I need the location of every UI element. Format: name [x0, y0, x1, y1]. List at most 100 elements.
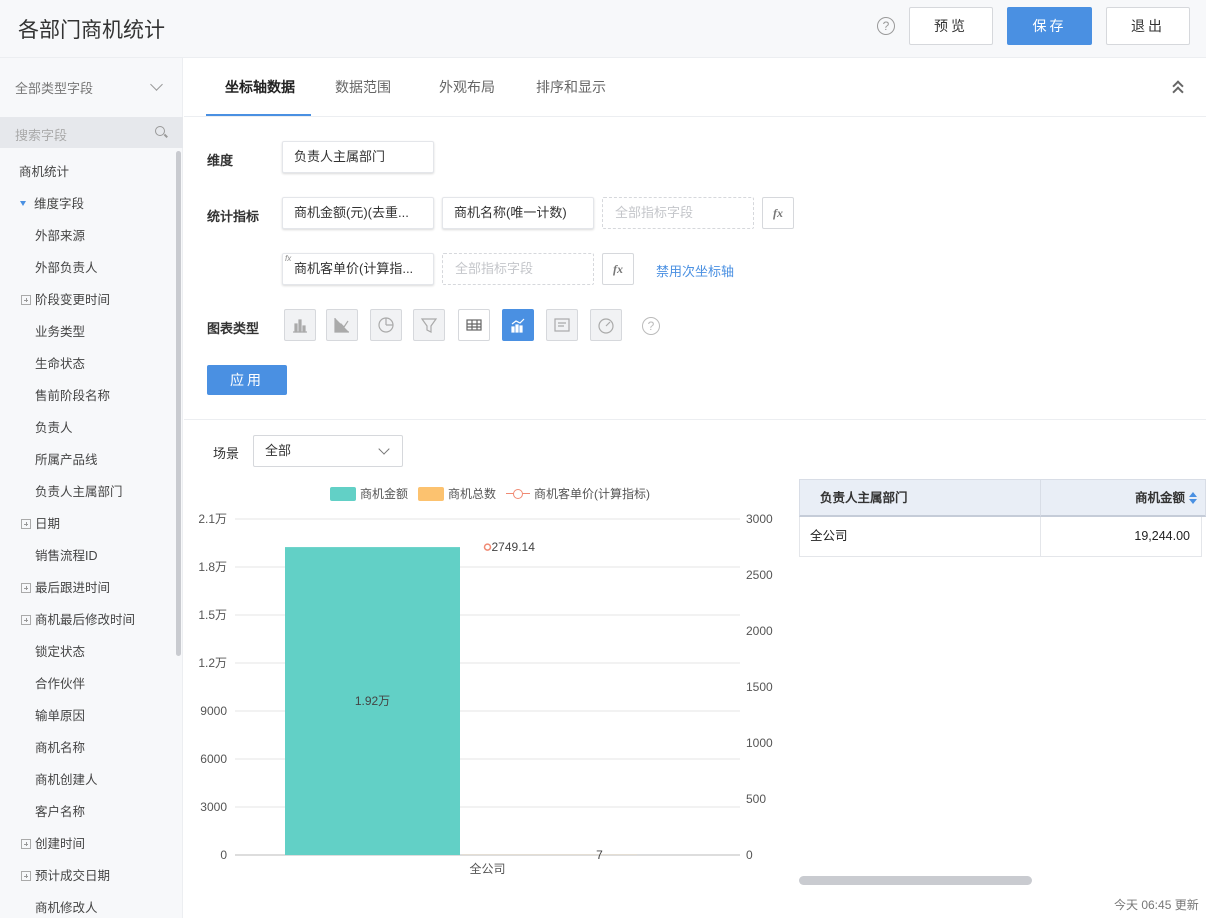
funnel-chart-icon[interactable]	[413, 309, 445, 341]
dimension-chip[interactable]: 负责人主属部门	[282, 141, 434, 173]
search-icon[interactable]	[155, 126, 165, 136]
y-left-tick-label: 1.2万	[198, 656, 227, 670]
field-sidebar: 全部类型字段 搜索字段 商机统计维度字段外部来源外部负责人阶段变更时间业务类型生…	[0, 58, 183, 918]
y-right-tick-label: 0	[746, 848, 753, 862]
sidebar-item[interactable]: 日期	[0, 510, 176, 542]
tab-data-range[interactable]: 数据范围	[335, 77, 391, 97]
legend-amount[interactable]: 商机金额	[330, 485, 408, 502]
sidebar-item-label: 外部来源	[35, 229, 86, 243]
y-right-tick-label: 2500	[746, 568, 773, 582]
sidebar-item[interactable]: 客户名称	[0, 798, 176, 830]
expand-plus-icon[interactable]	[21, 582, 31, 593]
sidebar-item[interactable]: 阶段变更时间	[0, 286, 176, 318]
sidebar-item-label: 销售流程ID	[35, 549, 98, 563]
line-chart-icon[interactable]	[326, 309, 358, 341]
collapse-up-icon[interactable]	[1172, 80, 1184, 98]
field-search[interactable]: 搜索字段	[0, 117, 183, 148]
table-header-amount[interactable]: 商机金额	[1040, 479, 1206, 517]
expand-plus-icon[interactable]	[21, 294, 31, 305]
fx-formula-button[interactable]: fx	[762, 197, 794, 229]
sidebar-item-label: 维度字段	[34, 197, 85, 211]
combo-chart-icon[interactable]	[502, 309, 534, 341]
legend-unit-price[interactable]: 商机客单价(计算指标)	[506, 485, 650, 502]
tab-appearance[interactable]: 外观布局	[439, 77, 495, 97]
bar-data-label: 1.92万	[355, 694, 390, 708]
expand-plus-icon[interactable]	[21, 838, 31, 849]
sidebar-item[interactable]: 商机统计	[0, 158, 176, 190]
sidebar-item[interactable]: 生命状态	[0, 350, 176, 382]
sidebar-item[interactable]: 外部来源	[0, 222, 176, 254]
scene-select-value: 全部	[265, 443, 292, 458]
save-button[interactable]: 保存	[1007, 7, 1092, 45]
sidebar-item-label: 负责人	[35, 421, 73, 435]
metric-chip-amount[interactable]: 商机金额(元)(去重...	[282, 197, 434, 229]
y-right-tick-label: 500	[746, 792, 766, 806]
gauge-chart-icon[interactable]	[590, 309, 622, 341]
funnel-chart-icon-glyph	[420, 318, 438, 333]
sidebar-item-label: 负责人主属部门	[35, 485, 123, 499]
chart-type-label: 图表类型	[207, 321, 260, 336]
tab-axis-data[interactable]: 坐标轴数据	[225, 77, 295, 97]
table-horizontal-scrollbar[interactable]	[799, 876, 1032, 885]
metric-drop-slot[interactable]: 全部指标字段	[602, 197, 754, 229]
sidebar-item-label: 合作伙伴	[35, 677, 86, 691]
chevron-down-icon[interactable]	[150, 78, 163, 91]
table-header-dept[interactable]: 负责人主属部门	[799, 479, 1041, 517]
x-tick-label: 全公司	[469, 861, 505, 876]
legend-count[interactable]: 商机总数	[418, 485, 496, 502]
help-icon[interactable]: ?	[877, 17, 895, 35]
sidebar-item[interactable]: 商机最后修改时间	[0, 606, 176, 638]
search-input[interactable]: 搜索字段	[15, 125, 67, 144]
expand-plus-icon[interactable]	[21, 518, 31, 529]
apply-button[interactable]: 应用	[207, 365, 287, 395]
field-tree: 商机统计维度字段外部来源外部负责人阶段变更时间业务类型 生命状态 售前阶段名称负责人…	[0, 158, 176, 918]
sidebar-item[interactable]: 商机创建人	[0, 766, 176, 798]
disable-secondary-axis-link[interactable]: 禁用次坐标轴	[656, 261, 734, 280]
config-tabs: 坐标轴数据 数据范围 外观布局 排序和显示	[184, 58, 1206, 117]
metric-drop-slot-secondary[interactable]: 全部指标字段	[442, 253, 594, 285]
sidebar-item[interactable]: 锁定状态	[0, 638, 176, 670]
sidebar-item-label: 商机最后修改时间	[35, 613, 136, 627]
sidebar-item[interactable]: 负责人主属部门	[0, 478, 176, 510]
table-chart-icon[interactable]	[458, 309, 490, 341]
chart-type-help-icon[interactable]: ?	[642, 317, 660, 335]
sidebar-item[interactable]: 所属产品线	[0, 446, 176, 478]
caret-down-icon[interactable]	[20, 201, 26, 207]
sidebar-item[interactable]: 商机修改人	[0, 894, 176, 918]
sidebar-item[interactable]: 创建时间	[0, 830, 176, 862]
metrics-label: 统计指标	[207, 209, 260, 224]
sort-icon[interactable]	[1189, 491, 1197, 504]
tab-sort-display[interactable]: 排序和显示	[536, 77, 606, 97]
sidebar-item[interactable]: 销售流程ID	[0, 542, 176, 574]
sidebar-item[interactable]: 业务类型	[0, 318, 176, 350]
expand-plus-icon[interactable]	[21, 614, 31, 625]
sidebar-item[interactable]: 预计成交日期	[0, 862, 176, 894]
preview-button[interactable]: 预览	[909, 7, 993, 45]
sidebar-item[interactable]: 商机名称	[0, 734, 176, 766]
legend-swatch	[418, 486, 444, 501]
sidebar-scrollbar[interactable]	[176, 151, 181, 656]
sidebar-item-label: 预计成交日期	[35, 869, 111, 883]
sidebar-item[interactable]: 合作伙伴	[0, 670, 176, 702]
y-left-tick-label: 9000	[200, 704, 227, 718]
sidebar-item[interactable]: 维度字段	[0, 190, 176, 222]
bar-data-label: 7	[596, 848, 603, 862]
card-chart-icon-glyph	[554, 318, 570, 332]
scene-select[interactable]: 全部	[253, 435, 403, 467]
sidebar-item[interactable]: 负责人	[0, 414, 176, 446]
exit-button[interactable]: 退出	[1106, 7, 1190, 45]
metric-chip-name-count[interactable]: 商机名称(唯一计数)	[442, 197, 594, 229]
field-type-select[interactable]: 全部类型字段	[15, 78, 93, 97]
sidebar-item[interactable]: 售前阶段名称	[0, 382, 176, 414]
sidebar-item[interactable]: 最后跟进时间	[0, 574, 176, 606]
sidebar-item-label: 阶段变更时间	[35, 293, 111, 307]
fx-formula-button-secondary[interactable]: fx	[602, 253, 634, 285]
metric-chip-unit-price[interactable]: fx 商机客单价(计算指...	[282, 253, 434, 285]
card-chart-icon[interactable]	[546, 309, 578, 341]
pie-chart-icon[interactable]	[370, 309, 402, 341]
sidebar-item-label: 锁定状态	[35, 645, 86, 659]
sidebar-item[interactable]: 输单原因	[0, 702, 176, 734]
bar-chart-icon[interactable]	[284, 309, 316, 341]
expand-plus-icon[interactable]	[21, 870, 31, 881]
sidebar-item[interactable]: 外部负责人	[0, 254, 176, 286]
